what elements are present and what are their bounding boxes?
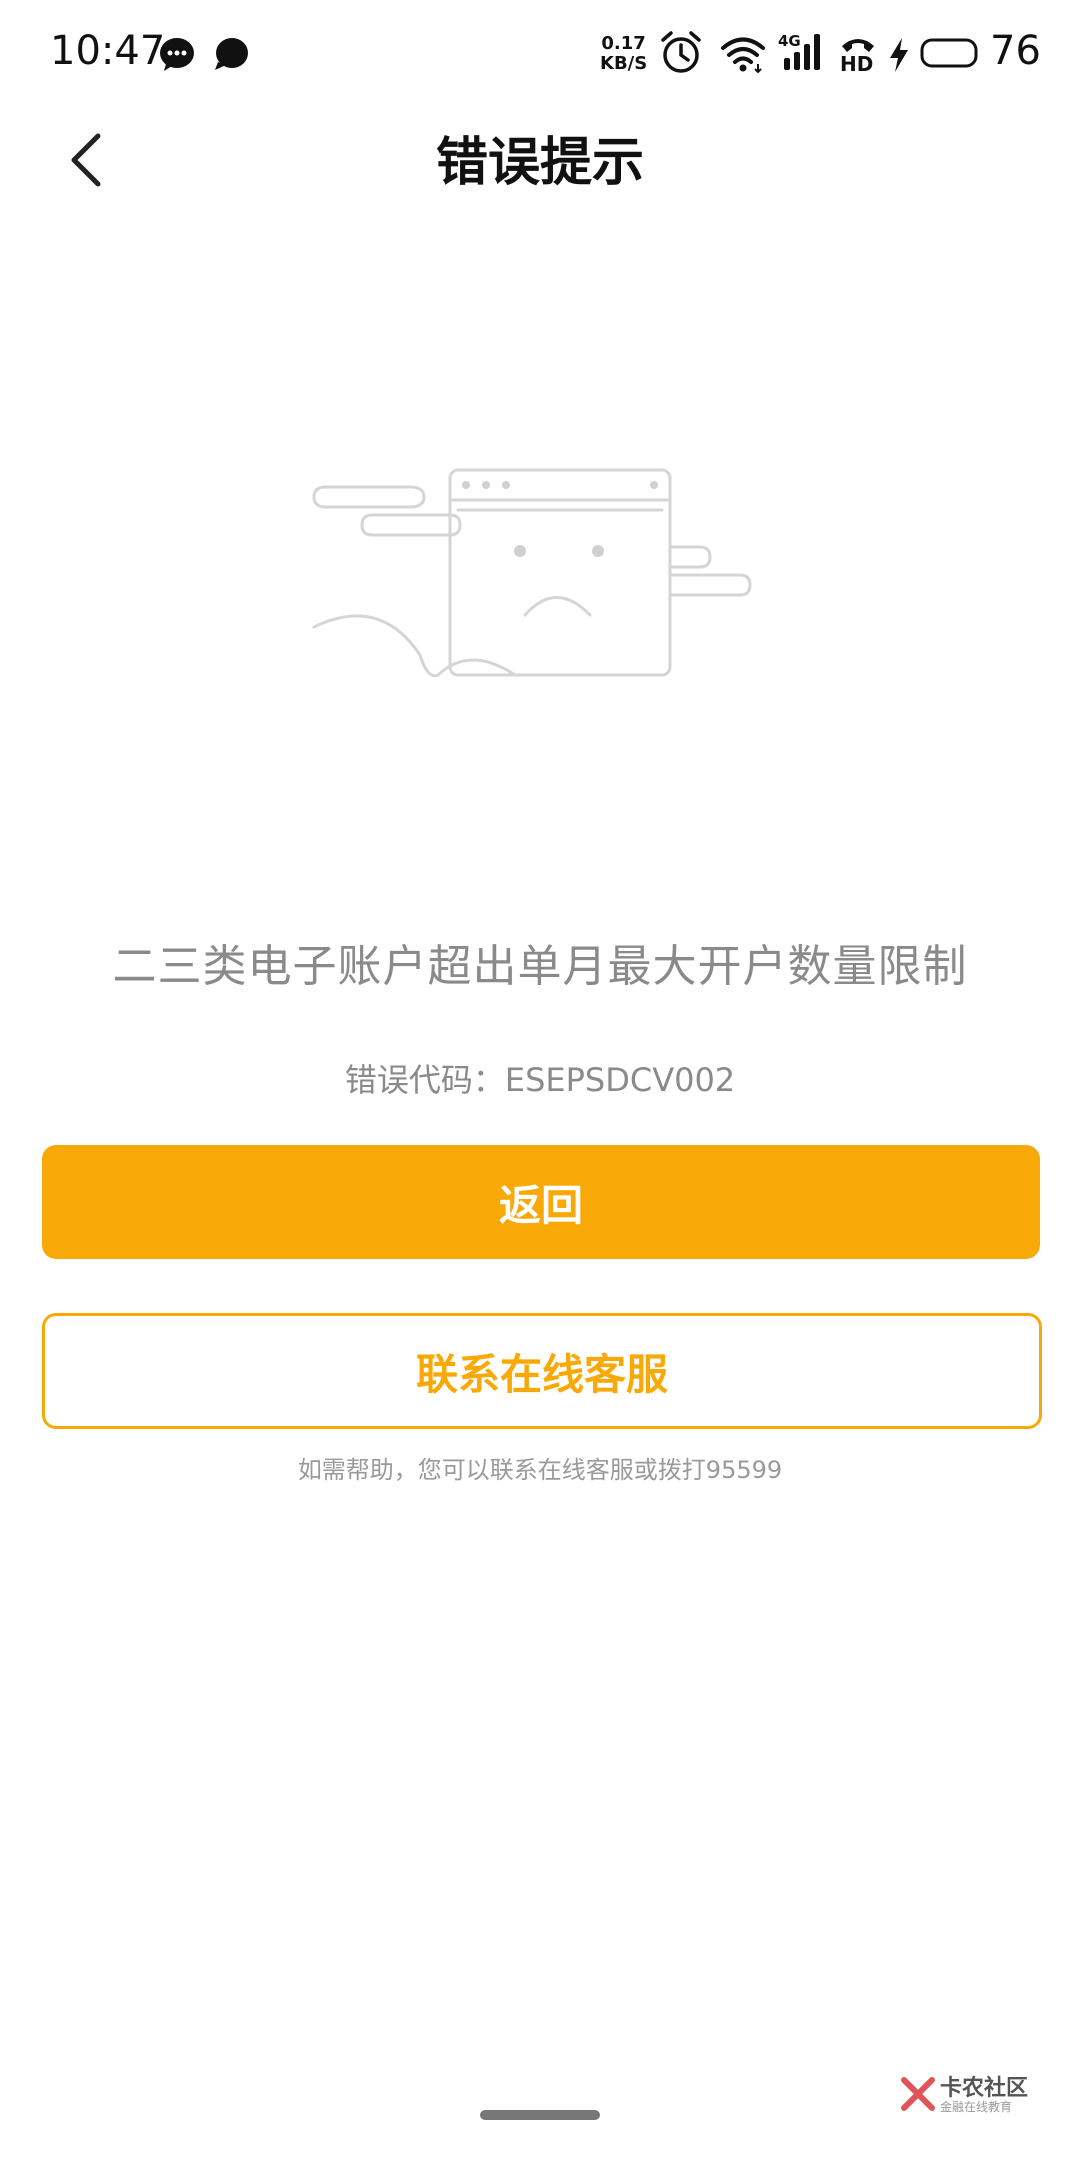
- network-speed: 0.17 KB/S: [600, 33, 648, 74]
- charging-icon: [890, 38, 908, 72]
- return-button-label: 返回: [498, 1180, 583, 1230]
- chat-icon: [215, 38, 248, 70]
- battery-level: 76: [990, 28, 1041, 74]
- wifi-icon: [721, 37, 765, 74]
- app-bar: 错误提示: [0, 110, 1080, 250]
- signal-icon: [784, 34, 820, 70]
- message-icon: [160, 38, 194, 71]
- error-message: 二三类电子账户超出单月最大开户数量限制: [112, 941, 968, 992]
- error-code-value: ESEPSDCV002: [504, 1061, 736, 1099]
- page-title: 错误提示: [435, 133, 644, 193]
- error-illustration: [312, 468, 752, 678]
- battery-icon: [920, 38, 978, 68]
- watermark-subtitle: 金融在线教育: [940, 2100, 1013, 2114]
- home-indicator[interactable]: [480, 2110, 600, 2120]
- contact-support-button[interactable]: 联系在线客服: [42, 1313, 1042, 1429]
- contact-support-label: 联系在线客服: [415, 1349, 668, 1399]
- watermark-logo-icon: [901, 2077, 935, 2111]
- alarm-icon: [661, 31, 701, 73]
- status-bar: 10:47 0.17 KB/S 4G HD 76: [0, 0, 1080, 110]
- hd-label: HD: [840, 52, 874, 76]
- return-button[interactable]: 返回: [42, 1145, 1040, 1259]
- error-code: 错误代码：ESEPSDCV002: [0, 1055, 1080, 1101]
- error-code-label: 错误代码：: [344, 1061, 505, 1099]
- help-text: 如需帮助，您可以联系在线客服或拨打95599: [297, 1456, 783, 1484]
- watermark: 卡农社区 金融在线教育: [900, 2070, 1060, 2120]
- status-time: 10:47: [50, 28, 166, 74]
